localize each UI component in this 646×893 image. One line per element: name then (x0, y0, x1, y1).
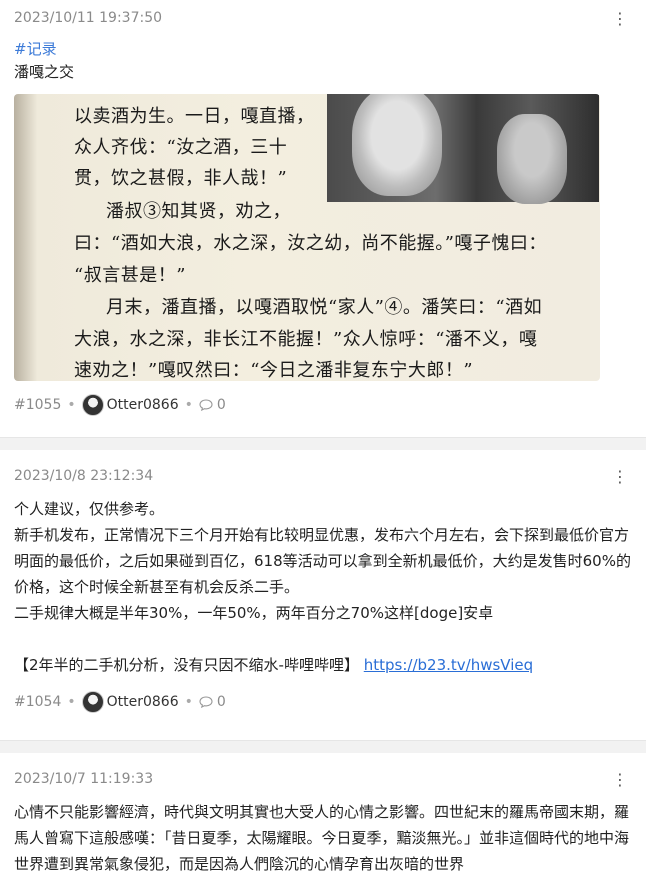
post-header: 2023/10/11 19:37:50 ⋮ (14, 0, 632, 36)
comment-count: 0 (216, 694, 226, 710)
divider (0, 437, 646, 450)
author-name[interactable]: Otter0866 (107, 397, 179, 413)
post-footer: #1055 • Otter0866 • 0 (14, 391, 632, 419)
post-date: 2023/10/8 23:12:34 (14, 468, 154, 484)
post-id: #1054 (14, 694, 62, 710)
post-id: #1055 (14, 397, 62, 413)
post-paragraph: 个人建议，仅供参考。 (14, 500, 165, 518)
post-date: 2023/10/7 11:19:33 (14, 771, 154, 787)
image-text-line: “叔言甚是！” (74, 265, 186, 286)
more-vertical-icon[interactable]: ⋮ (608, 464, 632, 488)
author-name[interactable]: Otter0866 (107, 694, 179, 710)
image-text-line: 众人齐伐：“汝之酒，三十 (74, 137, 288, 158)
image-inset-photo (327, 94, 599, 204)
post-paragraph: 心情不只能影響經濟，時代與文明其實也大受人的心情之影響。四世紀末的羅馬帝國末期，… (14, 803, 630, 873)
comment-icon[interactable] (199, 696, 213, 708)
post-image[interactable]: 以卖酒为生。一日，嘎直播， 众人齐伐：“汝之酒，三十 贯，饮之甚假，非人哉！” … (14, 94, 600, 381)
post-footer: #1054 • Otter0866 • 0 (14, 688, 632, 716)
post-title: 潘嘎之交 (14, 63, 75, 81)
post-date: 2023/10/11 19:37:50 (14, 10, 163, 26)
image-text-line: 曰：“酒如大浪，水之深，汝之幼，尚不能握。”嘎子愧曰： (74, 233, 547, 254)
avatar[interactable] (81, 691, 104, 713)
image-text-line: 贯，饮之甚假，非人哉！” (74, 168, 288, 189)
post-card: 2023/10/11 19:37:50 ⋮ #记录 潘嘎之交 以卖酒为生。一日，… (0, 0, 646, 437)
image-text-line: 以卖酒为生。一日，嘎直播， (74, 106, 315, 127)
post-card: 2023/10/7 11:19:33 ⋮ 心情不只能影響經濟，時代與文明其實也大… (0, 753, 646, 893)
comment-count: 0 (216, 397, 226, 413)
post-card: 2023/10/8 23:12:34 ⋮ 个人建议，仅供参考。 新手机发布，正常… (0, 450, 646, 740)
image-text-line: 月末，潘直播，以嘎酒取悦“家人”④。潘笑曰：“酒如 (106, 297, 543, 318)
link-title: 【2年半的二手机分析，没有只因不缩水-哔哩哔哩】 (14, 656, 359, 674)
external-link[interactable]: https://b23.tv/hwsVieq (364, 656, 533, 674)
image-text-line: 潘叔③知其贤，劝之， (106, 201, 291, 222)
image-text-line: 大浪，水之深，非长江不能握！”众人惊呼：“潘不义，嘎 (74, 329, 538, 350)
more-vertical-icon[interactable]: ⋮ (608, 767, 632, 791)
image-text-line: 速劝之！”嘎叹然曰：“今日之潘非复东宁大郎！” (74, 360, 474, 381)
post-header: 2023/10/8 23:12:34 ⋮ (14, 458, 632, 494)
more-vertical-icon[interactable]: ⋮ (608, 6, 632, 30)
post-paragraph: 二手规律大概是半年30%，一年50%，两年百分之70%这样[doge]安卓 (14, 604, 494, 622)
avatar[interactable] (81, 394, 104, 416)
post-paragraph: 新手机发布，正常情况下三个月开始有比较明显优惠，发布六个月左右，会下探到最低价官… (14, 526, 631, 596)
tag-link[interactable]: #记录 (14, 38, 632, 59)
post-header: 2023/10/7 11:19:33 ⋮ (14, 761, 632, 797)
divider (0, 740, 646, 753)
post-link-line: 【2年半的二手机分析，没有只因不缩水-哔哩哔哩】 https://b23.tv/… (14, 652, 632, 678)
comment-icon[interactable] (199, 399, 213, 411)
